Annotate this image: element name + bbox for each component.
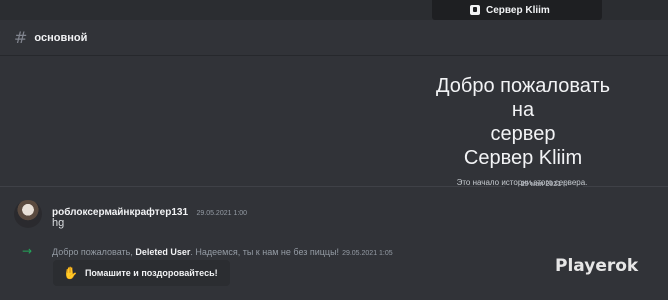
hash-icon: # [14, 28, 28, 47]
message-header: роблоксермайнкрафтер131 29.05.2021 1:00 [52, 202, 247, 220]
channel-header: # основной [0, 20, 668, 56]
welcome-section: Добро пожаловать на сервер Сервер Kliim … [422, 74, 668, 187]
message-text: hg [52, 217, 65, 229]
date-divider-line [583, 186, 668, 187]
message-author[interactable]: роблоксермайнкрафтер131 [52, 207, 188, 218]
server-icon [470, 5, 480, 15]
message-timestamp: 29.05.2021 1:00 [196, 210, 248, 217]
date-divider-line [0, 186, 505, 187]
join-user[interactable]: Deleted User [135, 247, 190, 257]
date-divider-label: 29 мая 2021 г. [520, 181, 568, 188]
server-tab-label: Сервер Kliim [486, 4, 550, 16]
join-timestamp: 29.05.2021 1:05 [342, 250, 393, 257]
watermark: Playerok [555, 256, 639, 276]
welcome-title: Добро пожаловать на сервер Сервер Kliim [435, 75, 611, 169]
wave-button[interactable]: ✋ Помашите и поздоровайтесь! [53, 260, 230, 286]
arrow-right-icon: → [22, 244, 33, 258]
wave-button-label: Помашите и поздоровайтесь! [84, 268, 218, 278]
wave-icon: ✋ [63, 266, 78, 280]
join-message-text: Добро пожаловать, Deleted User. Надеемся… [52, 247, 393, 257]
server-tab[interactable]: Сервер Kliim [432, 0, 602, 20]
avatar[interactable] [14, 200, 42, 228]
channel-name: основной [34, 31, 88, 44]
